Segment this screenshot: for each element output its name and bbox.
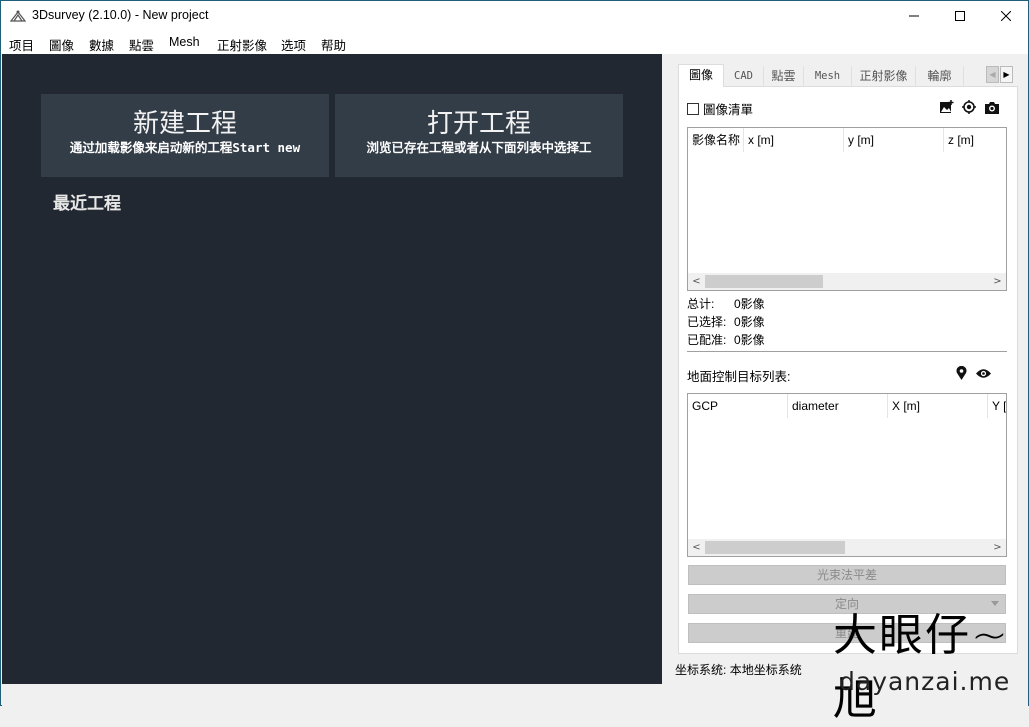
scroll-right-button[interactable]: >: [989, 539, 1006, 556]
image-list-toggle[interactable]: 圖像清單: [687, 99, 753, 118]
menu-data[interactable]: 數據: [89, 35, 114, 54]
window-title: 3Dsurvey (2.10.0) - New project: [32, 8, 209, 22]
add-image-button[interactable]: [939, 99, 955, 115]
minimize-icon: [909, 15, 919, 17]
orientation-dropdown[interactable]: 定向: [688, 594, 1006, 614]
stat-total-value: 0影像: [734, 297, 765, 311]
chevron-down-icon: [991, 601, 999, 606]
image-list-label: 圖像清單: [703, 103, 754, 117]
stat-selected-value: 0影像: [734, 315, 765, 329]
orientation-label: 定向: [834, 597, 859, 611]
bundle-adjustment-button[interactable]: 光束法平差: [688, 565, 1006, 585]
column-header-y-m[interactable]: Y [: [988, 394, 1006, 418]
menu-mesh[interactable]: Mesh: [169, 35, 200, 49]
menu-point-cloud[interactable]: 點雲: [129, 35, 154, 54]
new-project-button[interactable]: 新建工程 通过加载影像来启动新的工程Start new: [41, 94, 329, 177]
menu-orthophoto[interactable]: 正射影像: [217, 35, 267, 54]
chevron-left-icon: <: [692, 276, 701, 287]
stat-total-label: 总计:: [687, 297, 715, 311]
column-header-x-m[interactable]: X [m]: [888, 394, 988, 418]
images-tab-content: 圖像清單 影像名称 x [m] y [m] z [m] < > 总计: 0影像 …: [678, 86, 1018, 654]
open-project-subtitle: 浏览已存在工程或者从下面列表中选择工: [366, 140, 592, 155]
menu-project[interactable]: 项目: [9, 35, 34, 54]
scroll-thumb[interactable]: [705, 541, 845, 554]
gcp-table-hscrollbar[interactable]: < >: [688, 539, 1006, 556]
tab-scroll-right-button[interactable]: ▶: [1000, 66, 1013, 83]
column-header-image-name[interactable]: 影像名称: [688, 128, 744, 152]
column-header-z[interactable]: z [m]: [944, 128, 1006, 152]
chevron-left-icon: <: [692, 542, 701, 553]
tab-cad[interactable]: CAD: [724, 66, 764, 86]
stat-selected: 已选择: 0影像: [687, 313, 765, 330]
gcp-list-label: 地面控制目标列表:: [687, 370, 791, 384]
menu-help[interactable]: 帮助: [321, 35, 346, 54]
tab-mesh[interactable]: Mesh: [804, 66, 852, 86]
image-list-checkbox[interactable]: [687, 102, 699, 115]
chevron-right-icon: >: [993, 542, 1002, 553]
image-table: 影像名称 x [m] y [m] z [m] < >: [687, 127, 1007, 291]
stat-registered-label: 已配准:: [687, 333, 727, 347]
coordinate-system-value: 本地坐标系统: [729, 663, 802, 677]
gcp-marker-button[interactable]: [953, 365, 969, 381]
app-window: 3Dsurvey (2.10.0) - New project 项目 圖像 數據…: [0, 0, 1029, 725]
chevron-right-icon: >: [993, 276, 1002, 287]
tab-orthophoto[interactable]: 正射影像: [852, 66, 916, 86]
triangle-left-icon: ◀: [989, 70, 996, 79]
title-bar: 3Dsurvey (2.10.0) - New project: [1, 1, 1028, 31]
tab-images[interactable]: 圖像: [678, 64, 724, 87]
column-header-gcp[interactable]: GCP: [688, 394, 788, 418]
target-icon: [962, 100, 976, 114]
stat-selected-label: 已选择:: [687, 315, 727, 329]
scroll-left-button[interactable]: <: [688, 539, 705, 556]
open-project-button[interactable]: 打开工程 浏览已存在工程或者从下面列表中选择工: [335, 94, 623, 177]
minimize-button[interactable]: [891, 1, 937, 31]
gcp-visibility-button[interactable]: [975, 365, 991, 381]
coordinate-system-label: 坐标系统:: [675, 663, 727, 677]
add-image-icon: [940, 100, 954, 113]
column-header-x[interactable]: x [m]: [744, 128, 844, 152]
start-page: 新建工程 通过加载影像来启动新的工程Start new 打开工程 浏览已存在工程…: [2, 54, 662, 684]
camera-button[interactable]: [984, 99, 1000, 115]
image-table-hscrollbar[interactable]: < >: [688, 273, 1006, 290]
panel-tabs: 圖像 CAD 點雲 Mesh 正射影像 輪廓 ◀ ▶: [678, 64, 1018, 87]
maximize-button[interactable]: [937, 1, 983, 31]
gcp-table: GCP diameter X [m] Y [ < >: [687, 393, 1007, 557]
scroll-right-button[interactable]: >: [989, 273, 1006, 290]
column-header-y[interactable]: y [m]: [844, 128, 944, 152]
maximize-icon: [955, 11, 965, 21]
new-project-title: 新建工程: [132, 109, 237, 139]
stat-registered: 已配准: 0影像: [687, 331, 765, 348]
scroll-thumb[interactable]: [705, 275, 823, 288]
tab-scroll-left-button[interactable]: ◀: [986, 66, 999, 83]
locate-button[interactable]: [961, 99, 977, 115]
section-divider: [687, 351, 1007, 352]
coordinate-system: 坐标系统: 本地坐标系统: [675, 661, 802, 678]
right-panel: 圖像 CAD 點雲 Mesh 正射影像 輪廓 ◀ ▶ 圖像清單 影像名称 x […: [662, 54, 1028, 684]
scroll-left-button[interactable]: <: [688, 273, 705, 290]
menu-bar: 项目 圖像 數據 點雲 Mesh 正射影像 选项 帮助: [1, 31, 1028, 54]
3dsurvey-logo-icon: [9, 9, 27, 23]
camera-icon: [985, 101, 999, 114]
status-bar: [2, 684, 1028, 706]
stat-registered-value: 0影像: [734, 333, 765, 347]
eye-icon: [975, 368, 991, 378]
tab-point-cloud[interactable]: 點雲: [764, 66, 804, 86]
rebuild-button[interactable]: 重建: [688, 623, 1006, 643]
open-project-title: 打开工程: [426, 109, 531, 139]
stat-total: 总计: 0影像: [687, 295, 765, 312]
close-icon: [1001, 11, 1011, 21]
column-header-diameter[interactable]: diameter: [788, 394, 888, 418]
menu-image[interactable]: 圖像: [49, 35, 74, 54]
menu-options[interactable]: 选项: [281, 35, 306, 54]
tab-contours[interactable]: 輪廓: [916, 66, 964, 86]
map-marker-icon: [956, 366, 966, 380]
close-button[interactable]: [983, 1, 1029, 31]
new-project-subtitle: 通过加载影像来启动新的工程Start new: [69, 140, 301, 155]
triangle-right-icon: ▶: [1003, 70, 1010, 79]
recent-projects-heading: 最近工程: [53, 194, 121, 214]
